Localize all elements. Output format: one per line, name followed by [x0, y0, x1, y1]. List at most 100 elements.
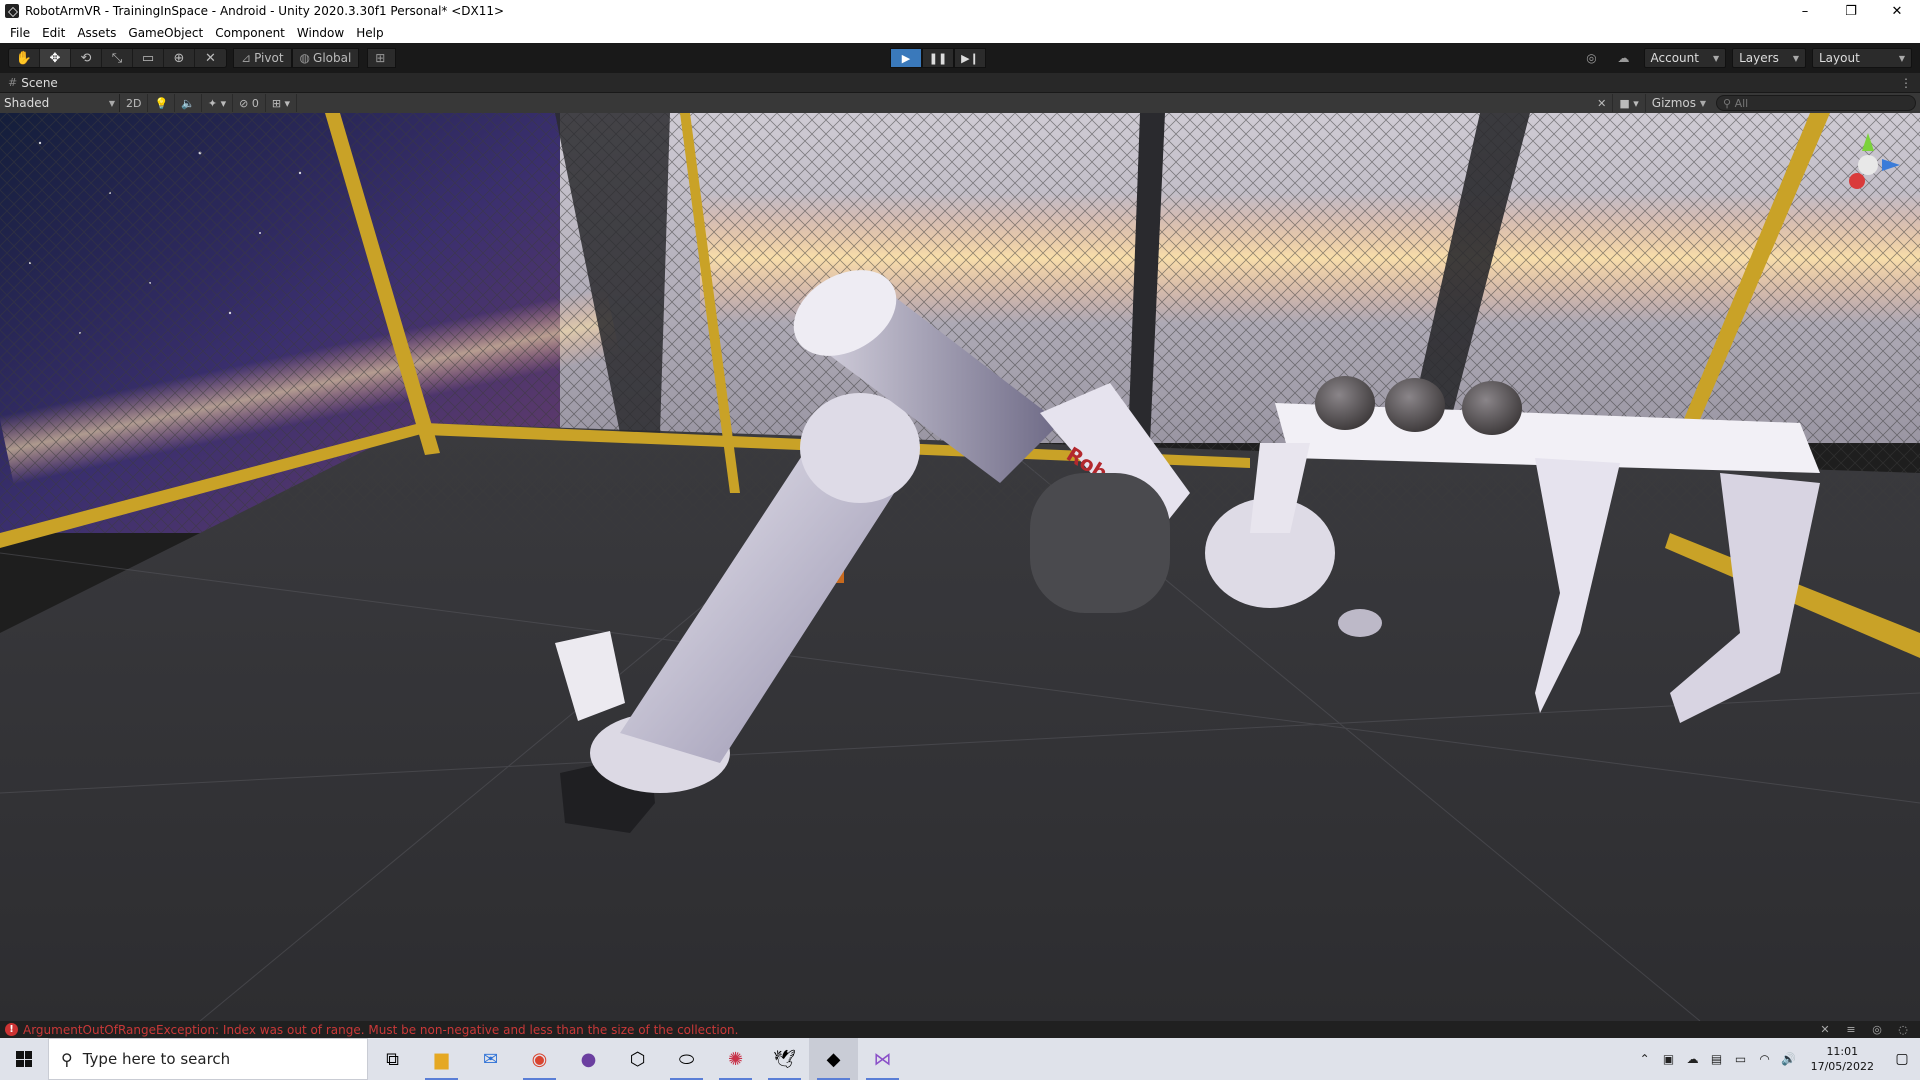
step-button[interactable]: ▶❙	[954, 48, 986, 68]
layers-dropdown[interactable]: Layers ▼	[1732, 48, 1806, 68]
bird-app-icon[interactable]: 🕊	[760, 1038, 809, 1080]
play-button[interactable]: ▶	[890, 48, 922, 68]
rotate-tool-icon[interactable]: ⟲	[71, 49, 102, 67]
debug-icon[interactable]: ✕	[1812, 1023, 1838, 1036]
tab-scene[interactable]: Scene	[21, 76, 58, 90]
console-error-message[interactable]: ArgumentOutOfRangeException: Index was o…	[23, 1023, 738, 1037]
visual-studio-icon[interactable]: ⋈	[858, 1038, 907, 1080]
cylinder-object	[1030, 473, 1170, 613]
chevron-up-icon[interactable]: ⌃	[1633, 1052, 1657, 1066]
menu-file[interactable]: File	[4, 26, 36, 40]
layout-dropdown[interactable]: Layout ▼	[1812, 48, 1912, 68]
status-check-icon[interactable]: ◌	[1890, 1023, 1916, 1036]
task-view-icon[interactable]: ⧉	[368, 1038, 417, 1080]
grid-snap-button[interactable]: ⊞	[367, 48, 397, 68]
transform-tool-icon[interactable]: ⊕	[164, 49, 195, 67]
collab-icon[interactable]: ◎	[1578, 48, 1606, 68]
clock-date: 17/05/2022	[1810, 1060, 1874, 1073]
pivot-label: Pivot	[254, 51, 284, 65]
tray-display-icon[interactable]: ▤	[1705, 1052, 1729, 1066]
layers-label: Layers	[1739, 51, 1779, 65]
menu-edit[interactable]: Edit	[36, 26, 71, 40]
search-icon: ⚲	[61, 1049, 73, 1069]
github-desktop-icon[interactable]: ●	[564, 1038, 613, 1080]
hidden-count: 0	[251, 96, 259, 110]
tray-app-icon[interactable]: ▣	[1657, 1052, 1681, 1066]
start-button[interactable]	[0, 1038, 48, 1080]
transform-tools: ✋ ✥ ⟲ ⤡ ▭ ⊕ ✕	[8, 48, 227, 68]
lighting-icon[interactable]: 💡	[148, 94, 176, 112]
custom-tool-icon[interactable]: ✕	[195, 49, 226, 67]
wifi-icon[interactable]: ◠	[1753, 1052, 1777, 1066]
chevron-down-icon: ▼	[1898, 53, 1905, 63]
scene-toolbar-right: ✕ ■ ▾ Gizmos ▼ ⚲ All	[1591, 93, 1920, 113]
chrome-icon[interactable]: ◉	[515, 1038, 564, 1080]
restore-button[interactable]: ❐	[1828, 0, 1874, 22]
tools-icon[interactable]: ✕	[1591, 94, 1614, 112]
toolbar-right: ◎ ☁ Account ▼ Layers ▼ Layout ▼	[1574, 48, 1912, 68]
chevron-down-icon: ▼	[1699, 98, 1706, 108]
gizmos-dropdown[interactable]: Gizmos ▼	[1646, 96, 1712, 110]
drone-app-icon[interactable]: ✺	[711, 1038, 760, 1080]
menu-assets[interactable]: Assets	[71, 26, 122, 40]
scene-tab-icon: #	[8, 76, 18, 89]
pause-button[interactable]: ❚❚	[922, 48, 954, 68]
effects-icon[interactable]: ✦ ▾	[202, 94, 234, 112]
windows-logo-icon	[16, 1051, 32, 1067]
sphere-object-3	[1462, 381, 1522, 435]
cloud-icon[interactable]: ☁	[1610, 48, 1638, 68]
scale-tool-icon[interactable]: ⤡	[102, 49, 133, 67]
kebab-menu-icon[interactable]: ⋮	[1900, 76, 1912, 90]
battery-icon[interactable]: ▭	[1729, 1052, 1753, 1066]
mode-2d-toggle[interactable]: 2D	[120, 94, 149, 112]
title-bar: RobotArmVR - TrainingInSpace - Android -…	[0, 0, 1920, 22]
scene-render[interactable]: RobotLab	[0, 113, 1920, 1021]
progress-icon[interactable]: ◎	[1864, 1023, 1890, 1036]
search-icon: ⚲	[1723, 96, 1732, 110]
mail-icon[interactable]: ✉	[466, 1038, 515, 1080]
audio-icon[interactable]: 🔈	[175, 94, 202, 112]
shading-mode-value: Shaded	[4, 96, 50, 110]
onedrive-icon[interactable]: ☁	[1681, 1052, 1705, 1066]
notification-icon[interactable]: ▢	[1884, 1051, 1920, 1067]
grid-icon[interactable]: ⊞ ▾	[266, 94, 298, 112]
hidden-objects-toggle[interactable]: ⊘ 0	[233, 94, 266, 112]
taskbar-search-placeholder: Type here to search	[82, 1050, 231, 1068]
eye-slash-icon: ⊘	[239, 96, 249, 110]
close-button[interactable]: ✕	[1874, 0, 1920, 22]
menu-gameobject[interactable]: GameObject	[122, 26, 209, 40]
unity-hub-icon[interactable]: ⬡	[613, 1038, 662, 1080]
camera-icon[interactable]: ■ ▾	[1613, 94, 1646, 112]
layers-status-icon[interactable]: ≡	[1838, 1023, 1864, 1036]
rect-tool-icon[interactable]: ▭	[133, 49, 164, 67]
clock[interactable]: 11:01 17/05/2022	[1801, 1044, 1884, 1074]
global-toggle[interactable]: ◍ Global	[291, 48, 360, 68]
oculus-icon[interactable]: ⬭	[662, 1038, 711, 1080]
account-label: Account	[1650, 51, 1699, 65]
shading-mode-dropdown[interactable]: Shaded ▼	[0, 94, 120, 112]
system-tray: ⌃ ▣ ☁ ▤ ▭ ◠ 🔊 11:01 17/05/2022 ▢	[1633, 1038, 1920, 1080]
account-dropdown[interactable]: Account ▼	[1643, 48, 1727, 68]
layout-label: Layout	[1819, 51, 1860, 65]
window-title: RobotArmVR - TrainingInSpace - Android -…	[25, 4, 505, 18]
scene-toolbar: Shaded ▼ 2D 💡 🔈 ✦ ▾ ⊘ 0 ⊞ ▾ ✕ ■ ▾ Gizmos…	[0, 93, 1920, 113]
file-explorer-icon[interactable]: ▆	[417, 1038, 466, 1080]
move-tool-icon[interactable]: ✥	[40, 49, 71, 67]
minimize-button[interactable]: –	[1782, 0, 1828, 22]
pivot-icon: ⊿	[241, 51, 252, 65]
taskbar-search-input[interactable]: ⚲ Type here to search	[48, 1038, 368, 1080]
menu-window[interactable]: Window	[291, 26, 350, 40]
volume-icon[interactable]: 🔊	[1777, 1052, 1801, 1066]
menu-bar: File Edit Assets GameObject Component Wi…	[0, 22, 1920, 43]
clock-time: 11:01	[1826, 1045, 1859, 1058]
scene-tab-bar: # Scene ⋮	[0, 73, 1920, 93]
menu-help[interactable]: Help	[350, 26, 389, 40]
hand-tool-icon[interactable]: ✋	[9, 49, 40, 67]
sphere-object-1	[1315, 376, 1375, 430]
unity-logo-icon	[5, 4, 19, 18]
scene-search-input[interactable]: ⚲ All	[1716, 95, 1916, 111]
scene-viewport[interactable]: RobotLab	[0, 113, 1920, 1021]
menu-component[interactable]: Component	[209, 26, 291, 40]
unity-editor-icon[interactable]: ◆	[809, 1038, 858, 1080]
pivot-toggle[interactable]: ⊿ Pivot	[233, 48, 292, 68]
